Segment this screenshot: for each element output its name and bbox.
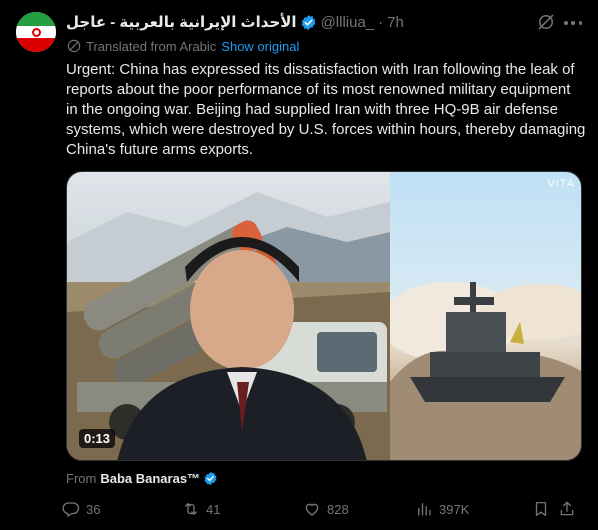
share-icon bbox=[560, 501, 574, 516]
author-handle[interactable]: @llliua_ bbox=[321, 14, 375, 31]
separator-dot: · bbox=[378, 13, 384, 31]
video-frame-left: 0:13 bbox=[67, 172, 390, 460]
from-attribution: From Baba Banaras™ bbox=[66, 469, 218, 487]
warship-scene bbox=[390, 282, 581, 460]
repost-count: 41 bbox=[206, 501, 221, 517]
like-icon bbox=[305, 503, 319, 516]
reply-icon bbox=[62, 502, 80, 517]
video-duration: 0:13 bbox=[79, 429, 116, 448]
post-text: Urgent: China has expressed its dissatis… bbox=[66, 61, 586, 158]
like-button[interactable]: 828 bbox=[303, 498, 349, 520]
post-time[interactable]: 7h bbox=[387, 14, 404, 31]
bookmark-icon bbox=[535, 501, 547, 517]
views-icon bbox=[418, 503, 431, 516]
from-name[interactable]: Baba Banaras™ bbox=[100, 471, 200, 486]
author-name[interactable]: الأحداث الإيرانية بالعربية - عاجل bbox=[66, 13, 297, 31]
views-button[interactable]: 397K bbox=[415, 498, 469, 520]
translate-icon bbox=[67, 39, 81, 53]
reply-count: 36 bbox=[86, 501, 101, 517]
bookmark-button[interactable] bbox=[532, 498, 550, 520]
reply-button[interactable]: 36 bbox=[62, 498, 100, 520]
flag-green-band bbox=[16, 12, 56, 26]
post-header: الأحداث الإيرانية بالعربية - عاجل @llliu… bbox=[66, 12, 582, 32]
video-watermark: VITA bbox=[547, 178, 575, 190]
translated-label: Translated from Arabic bbox=[86, 38, 217, 54]
from-label: From bbox=[66, 470, 97, 486]
verified-badge-icon bbox=[301, 14, 315, 30]
video-frame-right: VITA bbox=[390, 172, 581, 460]
flag-emblem bbox=[31, 27, 41, 37]
more-icon[interactable] bbox=[564, 14, 582, 32]
like-count: 828 bbox=[327, 501, 349, 517]
repost-button[interactable]: 41 bbox=[182, 498, 220, 520]
flag-red-band bbox=[16, 38, 56, 52]
avatar[interactable] bbox=[16, 12, 56, 52]
repost-icon bbox=[185, 503, 197, 515]
launcher-scene bbox=[67, 192, 390, 460]
action-bar: 36 41 828 397K bbox=[62, 498, 582, 520]
views-count: 397K bbox=[439, 501, 470, 517]
show-original-link[interactable]: Show original bbox=[221, 39, 299, 54]
verified-badge-icon bbox=[204, 471, 217, 485]
translation-notice: Translated from Arabic Show original bbox=[66, 37, 299, 55]
grok-icon[interactable] bbox=[536, 12, 556, 32]
share-button[interactable] bbox=[558, 498, 576, 520]
post-video[interactable]: 0:13 VITA bbox=[66, 171, 582, 461]
